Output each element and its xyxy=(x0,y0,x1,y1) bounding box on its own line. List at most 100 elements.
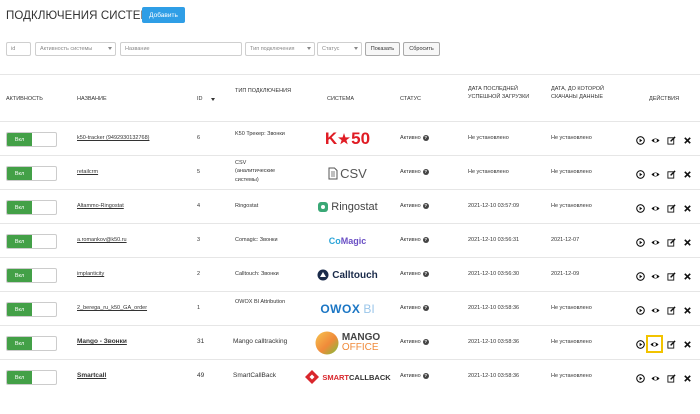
delete-icon[interactable] xyxy=(681,303,693,317)
edit-icon[interactable] xyxy=(665,303,677,317)
play-icon[interactable] xyxy=(634,337,646,351)
col-last-load[interactable]: ДАТА ПОСЛЕДНЕЙ УСПЕШНОЙ ЗАГРУЗКИ xyxy=(468,85,536,102)
smartcallback-mark-icon xyxy=(305,370,320,384)
col-id[interactable]: ID xyxy=(197,95,203,103)
filter-id-placeholder: id xyxy=(11,46,16,52)
help-icon[interactable]: ? xyxy=(422,338,429,345)
filter-type-select[interactable]: Тип подключения xyxy=(245,42,315,56)
help-icon[interactable]: ? xyxy=(422,304,429,311)
play-icon[interactable] xyxy=(634,201,646,215)
help-icon[interactable]: ? xyxy=(422,236,429,243)
connection-name-link[interactable]: Altammo-Ringostat xyxy=(77,202,124,210)
activity-toggle[interactable]: Вкл xyxy=(6,370,57,385)
activity-toggle[interactable]: Вкл xyxy=(6,132,57,147)
col-activity[interactable]: АКТИВНОСТЬ xyxy=(6,95,43,103)
activity-toggle[interactable]: Вкл xyxy=(6,166,57,181)
view-icon[interactable] xyxy=(649,269,661,283)
toggle-on-label: Вкл xyxy=(7,371,32,384)
help-icon[interactable]: ? xyxy=(422,134,429,141)
delete-icon[interactable] xyxy=(681,133,693,147)
table-row: Вкл Smartcall 49 SmartCallBack SMART CALL… xyxy=(0,360,700,394)
connection-id: 31 xyxy=(197,338,205,345)
play-icon[interactable] xyxy=(634,303,646,317)
view-icon[interactable] xyxy=(649,303,661,317)
delete-icon[interactable] xyxy=(681,201,693,215)
connection-type: SmartCallBack xyxy=(233,372,276,379)
csv-logo: CSV xyxy=(300,160,395,186)
filter-status-select[interactable]: Статус xyxy=(317,42,362,56)
view-icon[interactable] xyxy=(649,235,661,249)
help-icon[interactable]: ? xyxy=(422,168,429,175)
col-status[interactable]: СТАТУС xyxy=(400,95,421,103)
filter-activity-select[interactable]: Активность системы xyxy=(35,42,116,56)
delete-icon[interactable] xyxy=(681,371,693,385)
view-icon[interactable] xyxy=(649,371,661,385)
filter-name-placeholder: Название xyxy=(125,46,150,52)
connection-name-link[interactable]: k50-tracker (9492930132768) xyxy=(77,134,149,142)
view-icon[interactable] xyxy=(649,201,661,215)
last-load-date: 2021-12-10 03:56:31 xyxy=(468,237,520,243)
edit-icon[interactable] xyxy=(665,201,677,215)
connection-name-link[interactable]: Mango - Звонки xyxy=(77,337,127,347)
help-icon[interactable]: ? xyxy=(422,202,429,209)
status-badge: Активно? xyxy=(400,202,429,210)
smartcallback-logo: SMART CALLBACK xyxy=(300,364,395,390)
connection-type: Calltouch: Звонки xyxy=(235,271,279,277)
play-icon[interactable] xyxy=(634,235,646,249)
status-text: Активно xyxy=(400,169,421,175)
show-button[interactable]: Показать xyxy=(365,42,400,56)
connection-id: 1 xyxy=(197,305,201,311)
view-icon[interactable] xyxy=(649,133,661,147)
play-icon[interactable] xyxy=(634,371,646,385)
row-actions xyxy=(631,133,695,147)
delete-icon[interactable] xyxy=(681,167,693,181)
filter-activity-placeholder: Активность системы xyxy=(40,46,93,52)
edit-icon[interactable] xyxy=(665,337,677,351)
connection-name-link[interactable]: 2_berega_ru_k50_GA_order xyxy=(77,304,147,312)
col-system[interactable]: СИСТЕМА xyxy=(327,95,354,103)
edit-icon[interactable] xyxy=(665,371,677,385)
edit-icon[interactable] xyxy=(665,133,677,147)
comagic-logo-co: Co xyxy=(328,236,341,246)
activity-toggle[interactable]: Вкл xyxy=(6,268,57,283)
reset-button[interactable]: Сбросить xyxy=(403,42,440,56)
help-icon[interactable]: ? xyxy=(422,270,429,277)
table-row: Вкл a.romankov@k50.ru 3 Comagic: Звонки … xyxy=(0,224,700,258)
delete-icon[interactable] xyxy=(681,337,693,351)
edit-icon[interactable] xyxy=(665,269,677,283)
connection-name-link[interactable]: Smartcall xyxy=(77,371,106,381)
connection-type: Ringostat xyxy=(235,203,259,209)
col-type[interactable]: ТИП ПОДКЛЮЧЕНИЯ xyxy=(235,87,295,95)
col-data-until[interactable]: ДАТА, ДО КОТОРОЙ СКАЧАНЫ ДАННЫЕ xyxy=(551,85,615,102)
filter-id-input[interactable]: id xyxy=(6,42,31,56)
activity-toggle[interactable]: Вкл xyxy=(6,200,57,215)
row-actions xyxy=(631,269,695,283)
col-name[interactable]: НАЗВАНИЕ xyxy=(77,95,107,103)
connection-name-link[interactable]: retailcrm xyxy=(77,168,98,176)
connection-name-link[interactable]: implanticity xyxy=(77,270,104,278)
col-actions: ДЕЙСТВИЯ xyxy=(649,96,680,102)
activity-toggle[interactable]: Вкл xyxy=(6,336,57,351)
data-until-date: 2021-12-09 xyxy=(551,271,580,277)
connection-name-link[interactable]: a.romankov@k50.ru xyxy=(77,236,127,244)
delete-icon[interactable] xyxy=(681,235,693,249)
play-icon[interactable] xyxy=(634,269,646,283)
row-actions xyxy=(631,201,695,215)
activity-toggle[interactable]: Вкл xyxy=(6,234,57,249)
edit-icon[interactable] xyxy=(665,167,677,181)
last-load-date: 2021-12-10 03:58:36 xyxy=(468,373,520,379)
table-row: Вкл retailcrm 5 CSV (аналитические систе… xyxy=(0,156,700,190)
play-icon[interactable] xyxy=(634,167,646,181)
edit-icon[interactable] xyxy=(665,235,677,249)
view-icon[interactable] xyxy=(646,335,663,353)
filter-name-input[interactable]: Название xyxy=(120,42,242,56)
view-icon[interactable] xyxy=(649,167,661,181)
status-text: Активно xyxy=(400,135,421,141)
row-actions xyxy=(631,167,695,181)
delete-icon[interactable] xyxy=(681,269,693,283)
play-icon[interactable] xyxy=(634,133,646,147)
activity-toggle[interactable]: Вкл xyxy=(6,302,57,317)
help-icon[interactable]: ? xyxy=(422,372,429,379)
sort-desc-icon[interactable] xyxy=(211,98,215,101)
add-button[interactable]: Добавить xyxy=(142,7,185,23)
